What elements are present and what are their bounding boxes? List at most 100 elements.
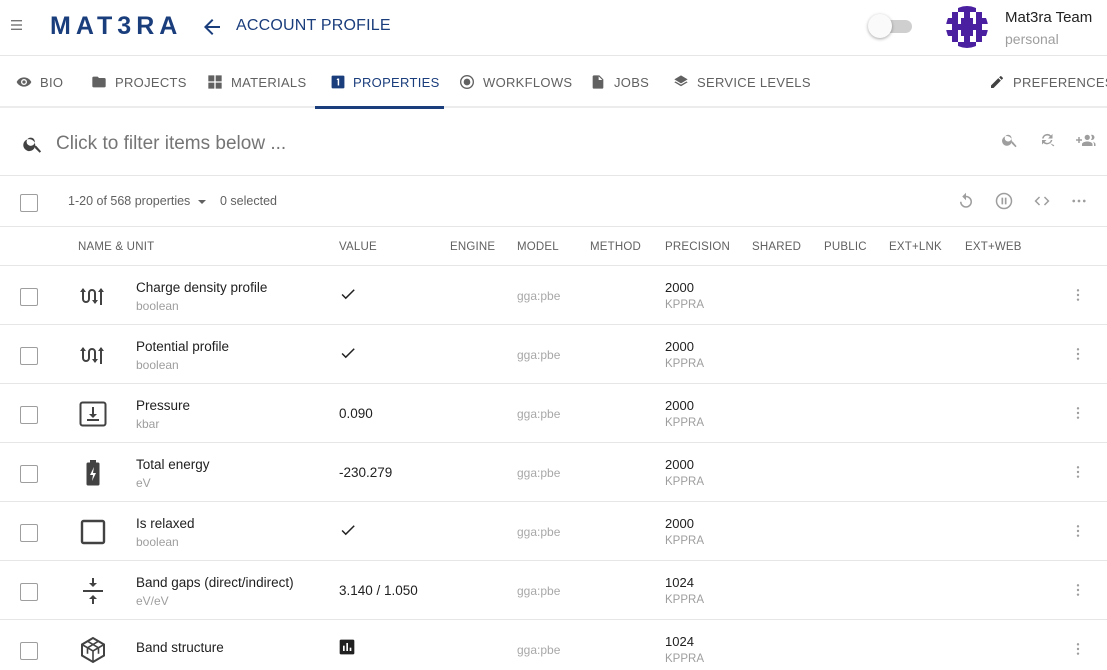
column-header-model[interactable]: MODEL [517, 241, 559, 253]
table-row[interactable]: Pressure kbar 0.090 gga:pbe 2000 KPPRA [0, 384, 1107, 443]
property-name[interactable]: Is relaxed [136, 516, 195, 531]
app-logo[interactable]: MAT3RA [50, 12, 182, 41]
column-header-name[interactable]: NAME & UNIT [78, 241, 154, 253]
column-header-engine[interactable]: ENGINE [450, 241, 495, 253]
row-checkbox[interactable] [20, 524, 38, 542]
tab-label: PREFERENCES [1013, 74, 1107, 90]
more-vertical-icon[interactable] [1066, 460, 1090, 484]
precision-unit: KPPRA [665, 535, 704, 547]
table-row[interactable]: Charge density profile boolean gga:pbe 2… [0, 266, 1107, 325]
table-row[interactable]: Band gaps (direct/indirect) eV/eV 3.140 … [0, 561, 1107, 620]
row-checkbox[interactable] [20, 583, 38, 601]
tab-preferences[interactable]: PREFERENCES [989, 56, 1107, 108]
row-checkbox[interactable] [20, 406, 38, 424]
row-checkbox[interactable] [20, 465, 38, 483]
property-unit: boolean [136, 358, 179, 372]
search-icon[interactable] [997, 127, 1023, 153]
team-name[interactable]: Mat3ra Team [1005, 9, 1092, 26]
table-row[interactable]: Band structure gga:pbe 1024 KPPRA [0, 620, 1107, 670]
property-value: 3.140 / 1.050 [339, 583, 418, 598]
refresh-search-icon[interactable] [1035, 127, 1061, 153]
add-users-icon[interactable] [1072, 127, 1098, 153]
more-vertical-icon[interactable] [1066, 283, 1090, 307]
radio-target-icon [460, 75, 474, 89]
more-horizontal-icon[interactable] [1067, 189, 1091, 213]
more-vertical-icon[interactable] [1066, 401, 1090, 425]
property-name[interactable]: Pressure [136, 398, 190, 413]
pressure-box-icon [78, 400, 108, 428]
bar-chart-icon[interactable] [339, 639, 355, 655]
avatar[interactable] [946, 6, 988, 48]
back-arrow-icon[interactable] [200, 15, 224, 39]
select-all-checkbox[interactable] [20, 194, 38, 212]
row-checkbox[interactable] [20, 642, 38, 660]
property-unit: eV [136, 476, 151, 490]
check-icon [341, 348, 355, 359]
tab-materials[interactable]: MATERIALS [207, 56, 306, 108]
precision-value: 2000 [665, 280, 694, 295]
page-title: ACCOUNT PROFILE [236, 17, 391, 34]
filter-bar [0, 110, 1107, 176]
property-name[interactable]: Band structure [136, 640, 224, 655]
precision-unit: KPPRA [665, 358, 704, 370]
column-header-value[interactable]: VALUE [339, 241, 377, 253]
wave-arrows-icon [78, 282, 108, 310]
table-row[interactable]: Potential profile boolean gga:pbe 2000 K… [0, 325, 1107, 384]
battery-bolt-icon [78, 459, 108, 487]
tab-label: BIO [40, 74, 64, 90]
tab-service-levels[interactable]: SERVICE LEVELS [673, 56, 811, 108]
precision-value: 2000 [665, 516, 694, 531]
model-value: gga:pbe [517, 407, 561, 421]
pause-icon[interactable] [992, 189, 1016, 213]
theme-toggle[interactable] [866, 14, 916, 38]
more-vertical-icon[interactable] [1066, 342, 1090, 366]
property-name[interactable]: Charge density profile [136, 280, 267, 295]
column-header-public[interactable]: PUBLIC [824, 241, 867, 253]
column-header-shared[interactable]: SHARED [752, 241, 801, 253]
model-value: gga:pbe [517, 466, 561, 480]
folder-icon [92, 76, 106, 88]
column-header-ext-lnk[interactable]: EXT+LNK [889, 241, 942, 253]
row-checkbox[interactable] [20, 347, 38, 365]
property-unit: boolean [136, 299, 179, 313]
reload-icon[interactable] [954, 189, 978, 213]
more-vertical-icon[interactable] [1066, 637, 1090, 661]
row-checkbox[interactable] [20, 288, 38, 306]
menu-icon[interactable] [10, 18, 26, 34]
check-icon [341, 289, 355, 300]
property-name[interactable]: Band gaps (direct/indirect) [136, 575, 294, 590]
numbered-box-icon [331, 75, 345, 89]
tab-label: JOBS [614, 74, 650, 90]
filter-input[interactable] [56, 130, 656, 158]
precision-value: 2000 [665, 339, 694, 354]
grid-icon [208, 75, 222, 89]
more-vertical-icon[interactable] [1066, 578, 1090, 602]
check-icon [341, 525, 355, 536]
tab-label: SERVICE LEVELS [697, 74, 811, 90]
column-header-precision[interactable]: PRECISION [665, 241, 730, 253]
precision-value: 1024 [665, 634, 694, 649]
property-value: -230.279 [339, 465, 393, 480]
table-header: NAME & UNIT VALUE ENGINE MODEL METHOD PR… [0, 228, 1107, 266]
more-vertical-icon[interactable] [1066, 519, 1090, 543]
square-outline-icon [78, 518, 108, 546]
tab-bio[interactable]: BIO [16, 56, 63, 108]
code-icon[interactable] [1030, 189, 1054, 213]
tab-jobs[interactable]: JOBS [590, 56, 649, 108]
pagination-range[interactable]: 1-20 of 568 properties [68, 194, 207, 208]
column-header-ext-web[interactable]: EXT+WEB [965, 241, 1022, 253]
tab-workflows[interactable]: WORKFLOWS [459, 56, 572, 108]
tab-properties[interactable]: PROPERTIES [331, 56, 440, 108]
tab-projects[interactable]: PROJECTS [91, 56, 187, 108]
file-icon [592, 75, 604, 89]
column-header-method[interactable]: METHOD [590, 241, 641, 253]
property-name[interactable]: Potential profile [136, 339, 229, 354]
vertical-align-center-icon [78, 577, 108, 605]
table-row[interactable]: Is relaxed boolean gga:pbe 2000 KPPRA [0, 502, 1107, 561]
property-name[interactable]: Total energy [136, 457, 210, 472]
table-row[interactable]: Total energy eV -230.279 gga:pbe 2000 KP… [0, 443, 1107, 502]
model-value: gga:pbe [517, 525, 561, 539]
caret-down-icon [197, 199, 206, 204]
property-value: 0.090 [339, 406, 373, 421]
precision-unit: KPPRA [665, 299, 704, 311]
